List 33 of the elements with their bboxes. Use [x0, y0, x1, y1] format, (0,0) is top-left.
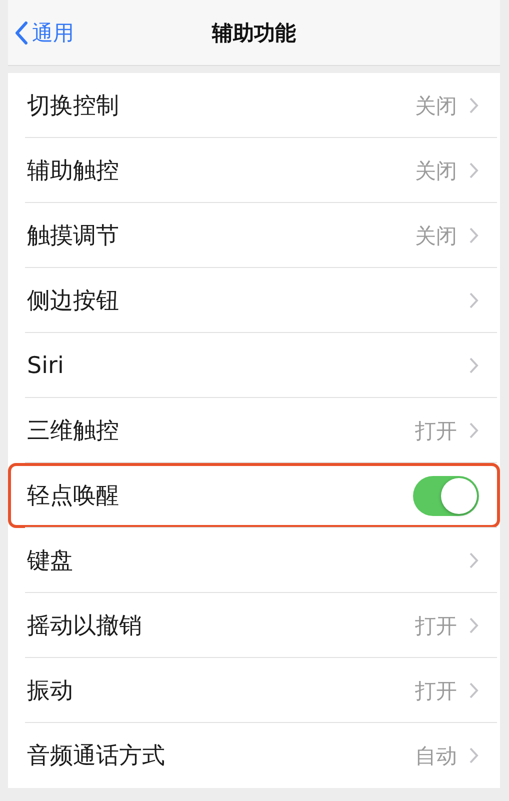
row-label: 键盘	[27, 547, 74, 576]
chevron-icon	[469, 422, 479, 439]
chevron-icon	[469, 97, 479, 114]
row-label: Siri	[27, 352, 65, 378]
row-label: 摇动以撤销	[27, 612, 143, 641]
chevron-icon	[469, 227, 479, 244]
row-label: 辅助触控	[27, 157, 120, 186]
row-label: 切换控制	[27, 92, 120, 121]
row-value: 关闭	[415, 222, 457, 250]
chevron-icon	[469, 552, 479, 569]
row-value: 打开	[415, 678, 457, 704]
chevron-icon	[469, 292, 479, 309]
row-label: 音频通话方式	[27, 742, 166, 771]
chevron-icon	[469, 162, 479, 179]
row-value: 关闭	[415, 92, 457, 120]
row-value: 关闭	[415, 158, 457, 184]
row-value: 打开	[415, 418, 457, 444]
chevron-icon	[469, 682, 479, 699]
row-label: 三维触控	[27, 417, 120, 446]
back-chevron-icon	[14, 20, 28, 44]
page-title: 辅助功能	[212, 20, 296, 46]
toggle-switch[interactable]	[413, 476, 479, 516]
row-label: 振动	[27, 677, 74, 706]
chevron-icon	[469, 747, 479, 764]
chevron-icon	[469, 357, 479, 374]
row-value: 打开	[415, 612, 457, 640]
row-label: 轻点唤醒	[27, 482, 120, 511]
row-label: 触摸调节	[27, 222, 120, 251]
chevron-icon	[469, 617, 479, 634]
row-value: 自动	[415, 742, 457, 770]
row-label: 侧边按钮	[27, 287, 120, 316]
highlighted-settings-row[interactable]: 轻点唤醒	[8, 463, 500, 528]
back-button[interactable]: 通用	[8, 18, 74, 46]
